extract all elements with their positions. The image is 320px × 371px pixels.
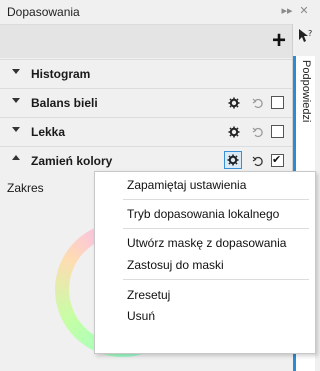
adjustment-label: Zamień kolory bbox=[31, 154, 113, 168]
adjustment-row-white-balance[interactable]: Balans bieli bbox=[0, 88, 292, 118]
adjustment-row-histogram[interactable]: Histogram bbox=[0, 59, 292, 89]
reset-icon[interactable] bbox=[252, 154, 264, 168]
panel-title: Dopasowania bbox=[7, 5, 80, 19]
adjustment-row-light[interactable]: Lekka bbox=[0, 117, 292, 147]
range-label: Zakres bbox=[7, 181, 44, 195]
menu-separator bbox=[123, 199, 309, 200]
expand-arrow-icon[interactable] bbox=[12, 127, 20, 132]
panel-toolbar: + bbox=[0, 25, 292, 58]
reset-icon[interactable] bbox=[252, 125, 264, 139]
adjustment-label: Histogram bbox=[31, 67, 91, 81]
adjustment-label: Balans bieli bbox=[31, 96, 98, 110]
menu-item-reset[interactable]: Zresetuj bbox=[127, 288, 170, 302]
menu-separator bbox=[123, 228, 309, 229]
gear-icon[interactable] bbox=[227, 96, 241, 110]
svg-text:?: ? bbox=[308, 29, 312, 38]
adjustment-label: Lekka bbox=[31, 125, 66, 139]
add-adjustment-button[interactable]: + bbox=[272, 29, 286, 53]
enable-checkbox[interactable] bbox=[271, 125, 284, 138]
collapse-panel-icon[interactable]: ▸▸ bbox=[280, 4, 294, 18]
reset-icon[interactable] bbox=[252, 96, 264, 110]
hints-cursor-icon[interactable]: ? bbox=[297, 28, 313, 44]
expand-arrow-icon[interactable] bbox=[12, 98, 20, 103]
panel-titlebar: Dopasowania ▸▸ ✕ bbox=[0, 0, 315, 25]
menu-item-create-mask[interactable]: Utwórz maskę z dopasowania bbox=[127, 236, 286, 250]
enable-checkbox[interactable] bbox=[271, 153, 284, 167]
menu-separator bbox=[123, 279, 309, 280]
close-icon[interactable]: ✕ bbox=[297, 4, 311, 18]
tab-hints-label: Podpowiedzi bbox=[300, 60, 312, 123]
enable-checkbox[interactable] bbox=[271, 96, 284, 109]
gear-icon[interactable] bbox=[224, 151, 242, 169]
context-menu: Zapamiętaj ustawienia Tryb dopasowania l… bbox=[94, 171, 316, 354]
menu-item-apply-to-mask[interactable]: Zastosuj do maski bbox=[127, 258, 224, 272]
gear-icon[interactable] bbox=[227, 125, 241, 139]
menu-item-delete[interactable]: Usuń bbox=[127, 309, 155, 323]
expand-arrow-icon[interactable] bbox=[12, 69, 20, 74]
collapse-arrow-icon[interactable] bbox=[12, 155, 20, 160]
menu-item-local-adjustment-mode[interactable]: Tryb dopasowania lokalnego bbox=[127, 207, 279, 221]
menu-item-remember-settings[interactable]: Zapamiętaj ustawienia bbox=[127, 178, 246, 192]
